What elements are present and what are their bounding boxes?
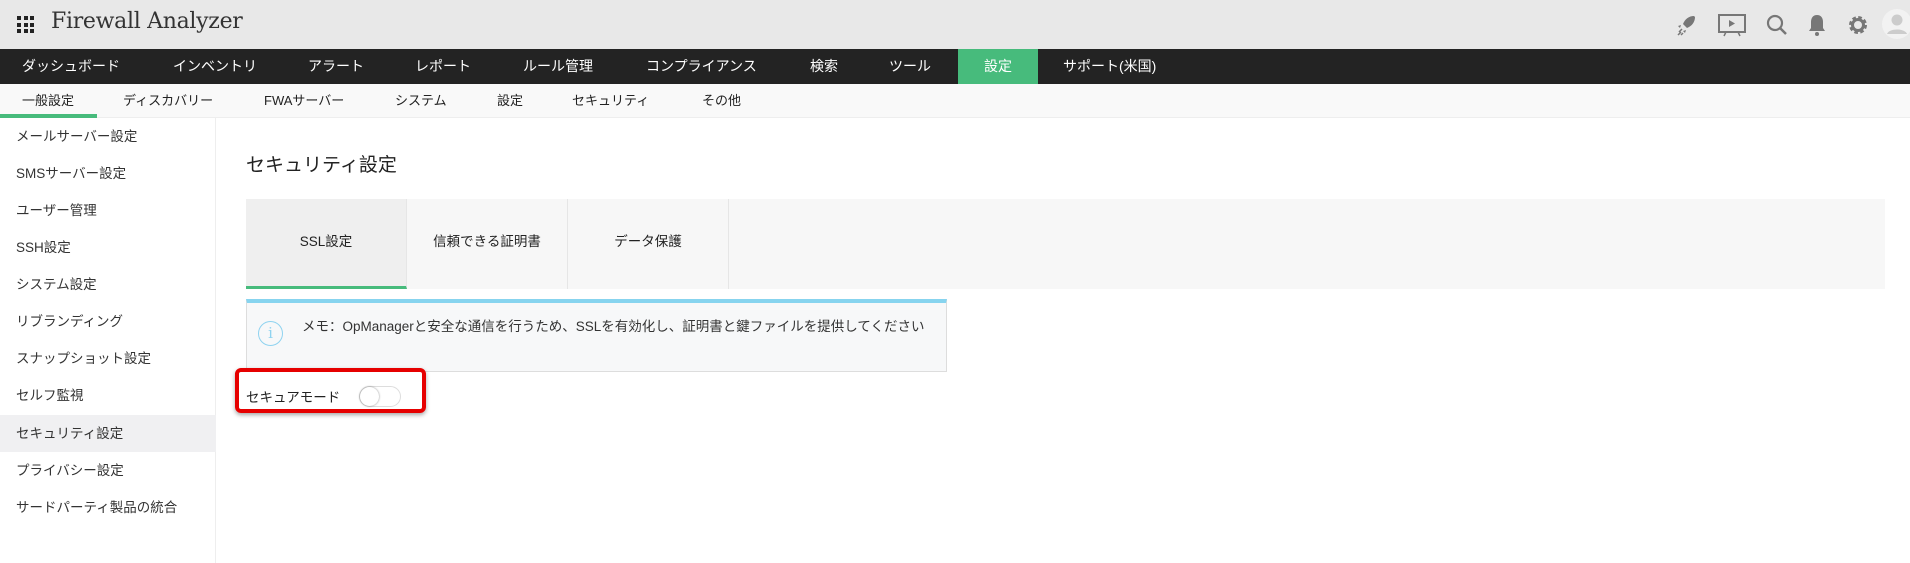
subnav-general[interactable]: 一般設定 (22, 84, 74, 118)
sidebar-item-mail-server[interactable]: メールサーバー設定 (0, 118, 216, 155)
info-icon: i (258, 321, 283, 346)
sidebar-item-system[interactable]: システム設定 (0, 266, 216, 303)
sidebar-item-user-management[interactable]: ユーザー管理 (0, 192, 216, 229)
nav-compliance[interactable]: コンプライアンス (646, 49, 757, 84)
tab-ssl[interactable]: SSL設定 (246, 199, 407, 289)
page-title: セキュリティ設定 (246, 155, 397, 176)
apps-grid-icon[interactable] (17, 16, 34, 33)
sidebar-item-snapshot[interactable]: スナップショット設定 (0, 340, 216, 377)
subnav-settings[interactable]: 設定 (497, 84, 523, 118)
sidebar-item-third-party[interactable]: サードパーティ製品の統合 (0, 489, 216, 526)
rocket-icon[interactable] (1674, 13, 1698, 37)
info-note-text: メモ：OpManagerと安全な通信を行うため、SSLを有効化し、証明書と鍵ファ… (302, 319, 925, 334)
sidebar-item-security[interactable]: セキュリティ設定 (0, 415, 216, 452)
subnav-security[interactable]: セキュリティ (572, 84, 649, 118)
app-header: Firewall Analyzer (0, 0, 1910, 49)
sub-nav: 一般設定 ディスカバリー FWAサーバー システム 設定 セキュリティ その他 (0, 84, 1910, 118)
sidebar-item-rebranding[interactable]: リブランディング (0, 303, 216, 340)
nav-alarms[interactable]: アラート (308, 49, 364, 84)
settings-sidebar: メールサーバー設定 SMSサーバー設定 ユーザー管理 SSH設定 システム設定 … (0, 118, 216, 563)
info-note: i メモ：OpManagerと安全な通信を行うため、SSLを有効化し、証明書と鍵… (246, 299, 947, 372)
sidebar-item-self-monitoring[interactable]: セルフ監視 (0, 377, 216, 414)
nav-settings[interactable]: 設定 (958, 49, 1038, 84)
subnav-other[interactable]: その他 (702, 84, 741, 118)
highlight-box (235, 368, 426, 413)
nav-support[interactable]: サポート(米国) (1063, 49, 1156, 84)
tab-trusted-certificates[interactable]: 信頼できる証明書 (407, 199, 568, 289)
bell-icon[interactable] (1805, 13, 1829, 37)
subnav-system[interactable]: システム (395, 84, 447, 118)
nav-inventory[interactable]: インベントリ (173, 49, 257, 84)
subnav-fwa-server[interactable]: FWAサーバー (264, 84, 344, 118)
presentation-icon[interactable] (1718, 13, 1746, 37)
subnav-discovery[interactable]: ディスカバリー (123, 84, 213, 118)
app-title: Firewall Analyzer (51, 9, 243, 34)
avatar-icon[interactable] (1882, 9, 1910, 39)
security-tabs: SSL設定 信頼できる証明書 データ保護 (246, 199, 1885, 289)
nav-reports[interactable]: レポート (415, 49, 471, 84)
nav-dashboard[interactable]: ダッシュボード (22, 49, 120, 84)
search-icon[interactable] (1765, 13, 1789, 37)
gear-icon[interactable] (1846, 13, 1870, 37)
sidebar-item-ssh[interactable]: SSH設定 (0, 229, 216, 266)
nav-rule-management[interactable]: ルール管理 (523, 49, 593, 84)
main-nav: ダッシュボード インベントリ アラート レポート ルール管理 コンプライアンス … (0, 49, 1910, 125)
nav-tools[interactable]: ツール (889, 49, 931, 84)
nav-search[interactable]: 検索 (810, 49, 838, 84)
sidebar-item-privacy[interactable]: プライバシー設定 (0, 452, 216, 489)
sidebar-item-sms-server[interactable]: SMSサーバー設定 (0, 155, 216, 192)
tab-data-protection[interactable]: データ保護 (568, 199, 729, 289)
